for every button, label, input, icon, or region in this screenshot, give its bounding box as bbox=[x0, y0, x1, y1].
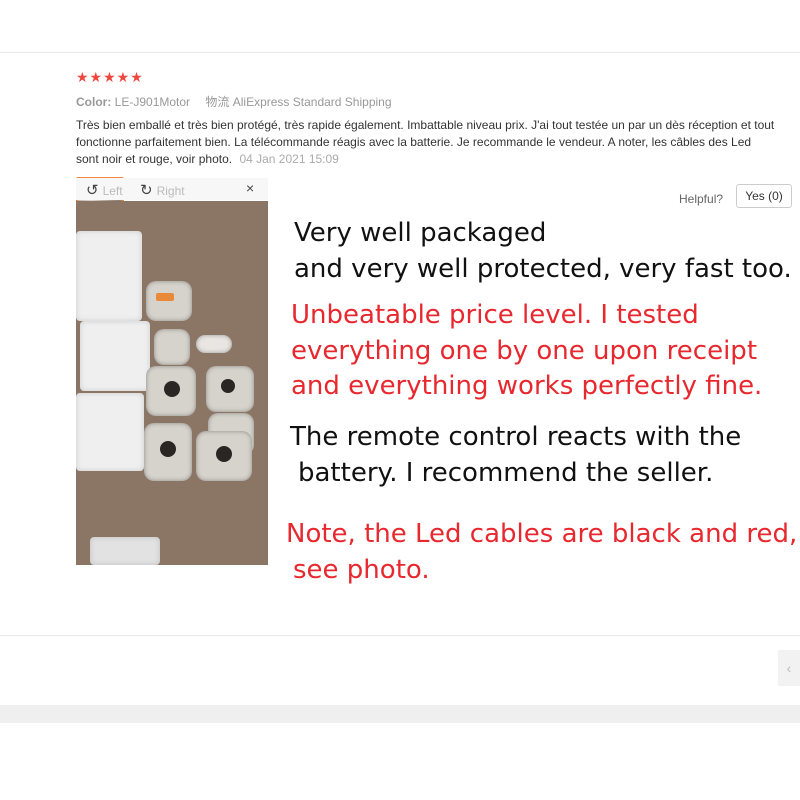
section-divider bbox=[0, 705, 800, 723]
color-label: Color: bbox=[76, 95, 112, 109]
photo-orange-part bbox=[156, 293, 174, 301]
rotate-left-label: Left bbox=[102, 184, 123, 198]
review-body: Très bien emballé et très bien protégé, … bbox=[76, 117, 776, 168]
photo-bag-3 bbox=[76, 393, 144, 471]
photo-led-4 bbox=[216, 446, 232, 462]
helpful-label: Helpful? bbox=[679, 192, 724, 206]
photo-bag-2 bbox=[80, 321, 150, 391]
translation-line-8: Note, the Led cables are black and red, bbox=[286, 519, 798, 549]
translation-line-3: Unbeatable price level. I tested bbox=[291, 300, 699, 330]
chevron-left-icon[interactable]: ‹ bbox=[778, 650, 800, 686]
photo-pack-1 bbox=[154, 329, 190, 365]
rotate-right-label: Right bbox=[156, 184, 185, 198]
shipping-value: AliExpress Standard Shipping bbox=[232, 95, 392, 109]
close-icon[interactable]: × bbox=[246, 180, 254, 196]
translation-line-2: and very well protected, very fast too. bbox=[294, 254, 792, 284]
photo-remote bbox=[196, 335, 232, 353]
star-rating: ★★★★★ bbox=[76, 69, 144, 85]
translation-line-1: Very well packaged bbox=[294, 218, 547, 248]
translation-line-7: battery. I recommend the seller. bbox=[298, 458, 714, 488]
translation-line-5: and everything works perfectly fine. bbox=[291, 371, 763, 401]
pagination-band bbox=[0, 635, 800, 706]
translation-line-9: see photo. bbox=[293, 555, 430, 585]
photo-bag-1 bbox=[76, 231, 142, 321]
translation-line-4: everything one by one upon receipt bbox=[291, 336, 758, 366]
review-meta: Color: LE-J901Motor 物流 AliExpress Standa… bbox=[76, 93, 392, 110]
helpful-yes-button[interactable]: Yes (0) bbox=[736, 184, 792, 208]
rotate-right-button[interactable]: ↻ Right bbox=[140, 181, 185, 199]
rotate-left-button[interactable]: ↺ Left bbox=[86, 181, 123, 199]
photo-led-3 bbox=[160, 441, 176, 457]
review-photo bbox=[76, 201, 268, 565]
photo-motor-box bbox=[146, 281, 192, 321]
color-value: LE-J901Motor bbox=[114, 95, 191, 109]
photo-viewer-toolbar: ↺ Left ↻ Right × bbox=[76, 178, 268, 200]
top-bar bbox=[0, 0, 800, 53]
rotate-left-icon: ↺ bbox=[86, 182, 99, 199]
rotate-right-icon: ↻ bbox=[140, 182, 153, 199]
photo-led-1 bbox=[164, 381, 180, 397]
review-text: Très bien emballé et très bien protégé, … bbox=[76, 118, 775, 166]
photo-led-2 bbox=[221, 379, 235, 393]
photo-bag-4 bbox=[90, 537, 160, 565]
review-date: 04 Jan 2021 15:09 bbox=[239, 152, 339, 166]
translation-line-6: The remote control reacts with the bbox=[290, 422, 742, 452]
shipping-label: 物流 bbox=[205, 95, 230, 109]
